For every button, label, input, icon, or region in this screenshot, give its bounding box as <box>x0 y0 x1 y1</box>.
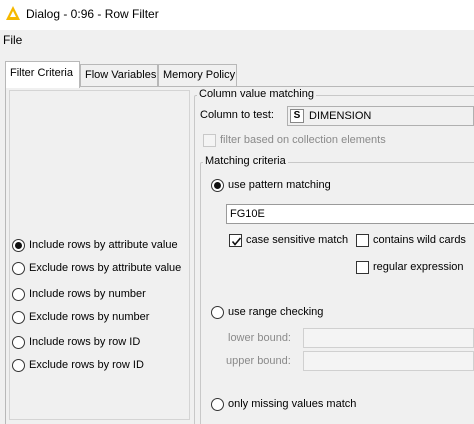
column-value-matching-title: Column value matching <box>197 88 316 100</box>
upper-bound-input[interactable] <box>303 351 474 371</box>
matching-criteria-group <box>200 162 474 424</box>
include-by-attribute-radio[interactable] <box>12 239 25 252</box>
upper-bound-label: upper bound: <box>226 355 291 367</box>
pattern-input[interactable]: FG10E <box>226 204 474 224</box>
column-select-value: DIMENSION <box>309 110 372 122</box>
column-to-test-label: Column to test: <box>200 109 274 121</box>
pattern-matching-radio[interactable] <box>211 179 224 192</box>
menu-bar <box>0 30 474 50</box>
include-by-number-radio[interactable] <box>12 288 25 301</box>
window-title: Dialog - 0:96 - Row Filter <box>26 7 159 21</box>
exclude-by-rowid-radio[interactable] <box>12 359 25 372</box>
string-type-icon: S <box>290 109 304 123</box>
case-sensitive-checkbox[interactable] <box>229 234 242 247</box>
tab-filter-criteria[interactable]: Filter Criteria <box>5 61 80 88</box>
exclude-by-rowid-label: Exclude rows by row ID <box>29 359 144 371</box>
knime-node-icon <box>6 6 20 20</box>
menu-file[interactable]: File <box>3 33 22 47</box>
range-checking-radio[interactable] <box>211 306 224 319</box>
wildcards-label: contains wild cards <box>373 234 466 246</box>
collection-elements-checkbox[interactable] <box>203 134 216 147</box>
collection-elements-label: filter based on collection elements <box>220 134 386 146</box>
pattern-matching-label: use pattern matching <box>228 179 331 191</box>
checkmark-icon <box>231 237 242 246</box>
missing-values-radio[interactable] <box>211 398 224 411</box>
range-checking-label: use range checking <box>228 306 324 318</box>
exclude-by-attribute-label: Exclude rows by attribute value <box>29 262 182 274</box>
lower-bound-label: lower bound: <box>228 332 291 344</box>
column-select[interactable]: S DIMENSION <box>287 106 474 126</box>
include-by-rowid-radio[interactable] <box>12 336 25 349</box>
exclude-by-number-label: Exclude rows by number <box>29 311 150 323</box>
exclude-by-attribute-radio[interactable] <box>12 262 25 275</box>
matching-criteria-title: Matching criteria <box>203 155 288 167</box>
include-by-rowid-label: Include rows by row ID <box>29 336 141 348</box>
regex-label: regular expression <box>373 261 464 273</box>
tab-memory-policy[interactable]: Memory Policy <box>158 64 237 86</box>
missing-values-label: only missing values match <box>228 398 357 410</box>
wildcards-checkbox[interactable] <box>356 234 369 247</box>
regex-checkbox[interactable] <box>356 261 369 274</box>
include-by-number-label: Include rows by number <box>29 288 146 300</box>
case-sensitive-label: case sensitive match <box>246 234 349 246</box>
tab-flow-variables[interactable]: Flow Variables <box>80 64 158 86</box>
lower-bound-input[interactable] <box>303 328 474 348</box>
exclude-by-number-radio[interactable] <box>12 311 25 324</box>
include-by-attribute-label: Include rows by attribute value <box>29 239 178 251</box>
